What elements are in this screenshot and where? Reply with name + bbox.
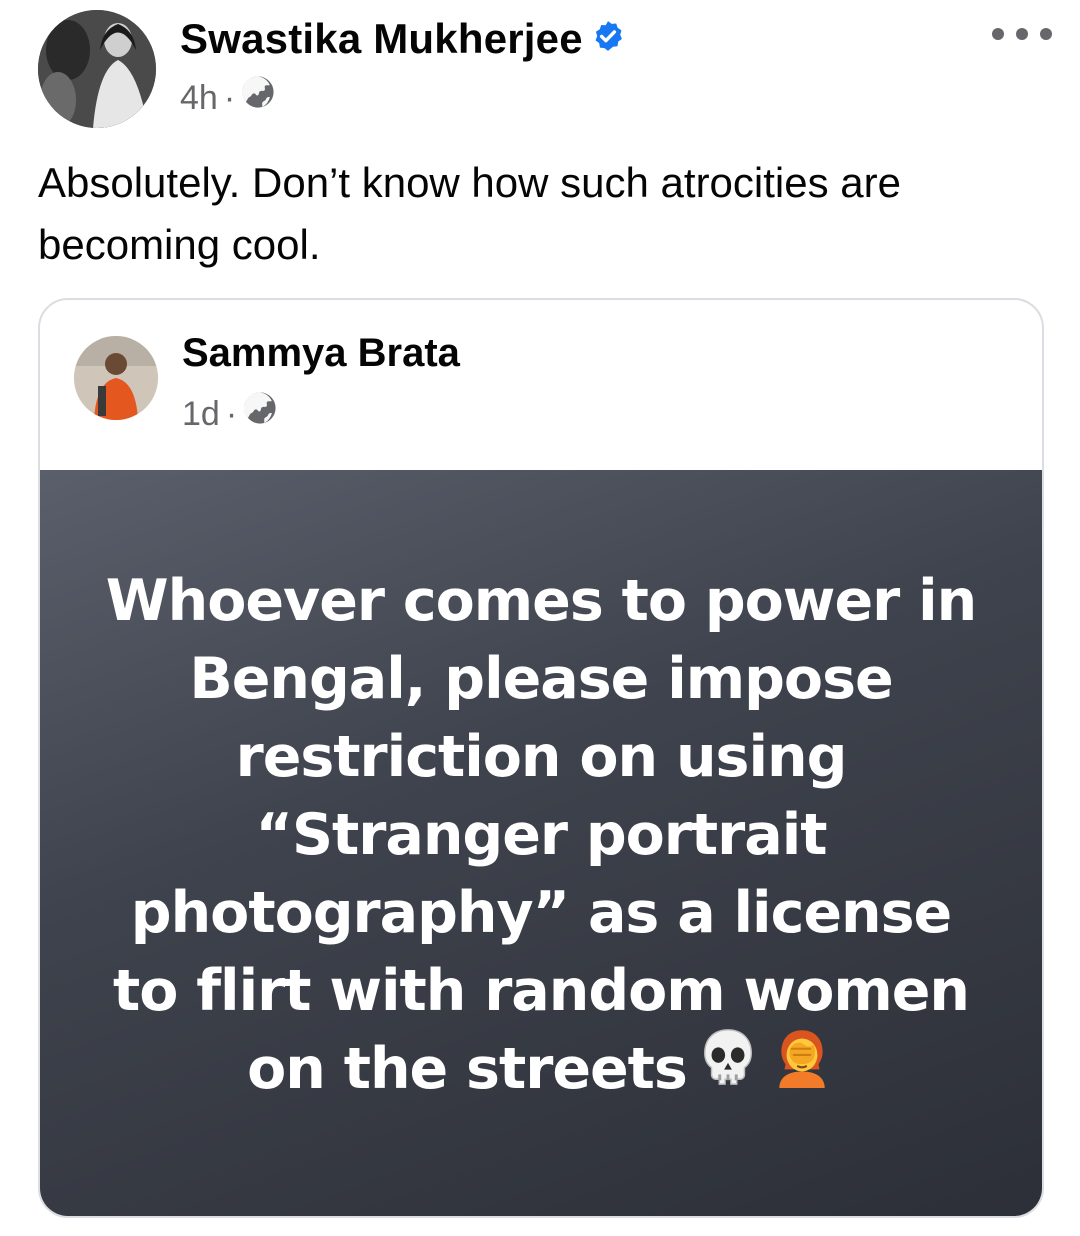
shared-author-avatar[interactable] [74, 336, 158, 420]
author-avatar[interactable] [38, 10, 156, 128]
status-background[interactable]: Whoever comes to power in Bengal, please… [40, 470, 1042, 1216]
post-meta: 4h · [180, 75, 275, 120]
meta-separator: · [225, 395, 238, 433]
facepalm-emoji-icon [769, 1024, 835, 1110]
verified-badge-icon [591, 14, 625, 64]
post-header: Swastika Mukherjee 4h · [0, 0, 1080, 140]
shared-post-meta: 1d · [182, 391, 277, 436]
dot-icon [1016, 28, 1028, 40]
meta-separator: · [223, 79, 236, 117]
globe-icon[interactable] [241, 75, 275, 120]
post-time[interactable]: 4h [180, 79, 218, 117]
skull-emoji-icon [697, 1026, 759, 1108]
shared-author-name[interactable]: Sammya Brata [182, 328, 460, 378]
globe-icon[interactable] [243, 391, 277, 436]
status-text-body: Whoever comes to power in Bengal, please… [105, 567, 977, 1102]
shared-post-card[interactable]: Sammya Brata 1d · Whoever comes to power … [38, 298, 1044, 1218]
dot-icon [1040, 28, 1052, 40]
author-name[interactable]: Swastika Mukherjee [180, 14, 625, 64]
author-name-text[interactable]: Swastika Mukherjee [180, 15, 583, 62]
dot-icon [992, 28, 1004, 40]
post-text: Absolutely. Don’t know how such atrociti… [38, 159, 901, 268]
more-options-button[interactable] [992, 18, 1052, 50]
shared-post-time[interactable]: 1d [182, 395, 220, 433]
status-text: Whoever comes to power in Bengal, please… [91, 562, 991, 1110]
shared-post-header: Sammya Brata 1d · [40, 300, 1042, 470]
